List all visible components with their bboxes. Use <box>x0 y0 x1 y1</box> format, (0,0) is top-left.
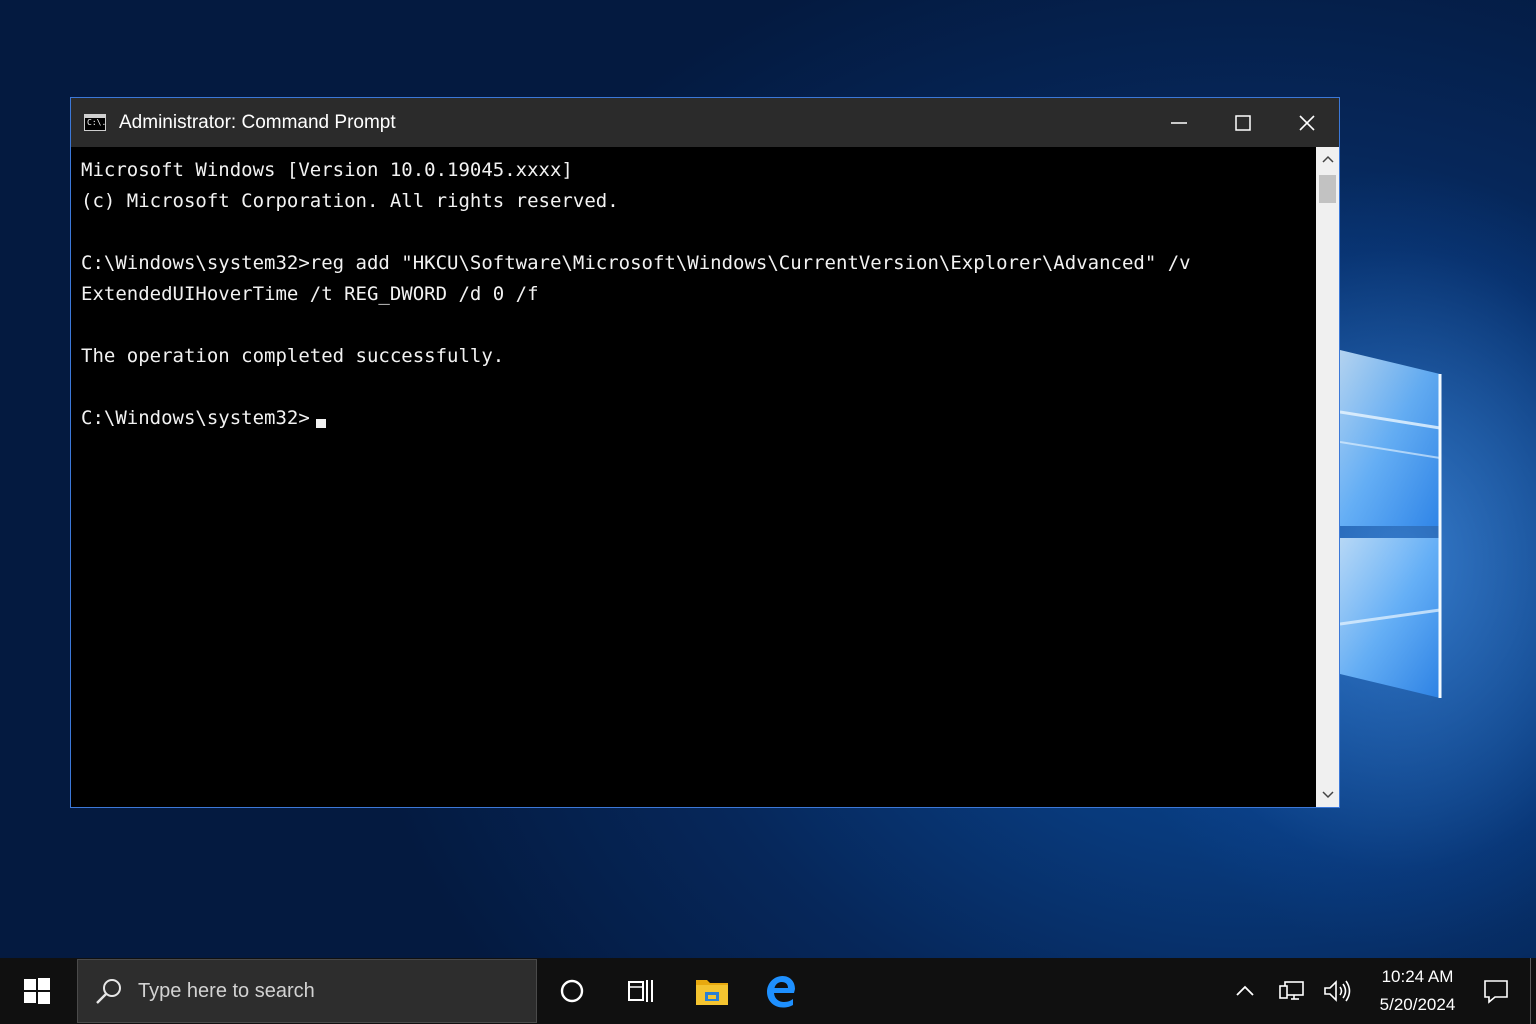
edge-icon <box>767 976 795 1008</box>
chevron-up-icon <box>1321 155 1334 163</box>
windows-wallpaper-logo <box>1340 350 1442 698</box>
prompt-line[interactable]: C:\Windows\system32> <box>81 403 1306 434</box>
cortana-button[interactable] <box>538 958 606 1024</box>
close-icon <box>1299 114 1315 131</box>
network-icon <box>1279 981 1304 1000</box>
window-controls <box>1147 98 1339 147</box>
minimize-button[interactable] <box>1147 98 1211 147</box>
title-bar[interactable]: C:\. Administrator: Command Prompt <box>71 98 1339 147</box>
task-view-icon <box>628 980 653 1002</box>
taskbar-search-box[interactable] <box>77 959 537 1023</box>
search-icon <box>96 979 121 1004</box>
scrollbar-thumb[interactable] <box>1319 175 1336 203</box>
scroll-up-button[interactable] <box>1316 147 1339 171</box>
maximize-icon <box>1235 114 1251 131</box>
clock-date: 5/20/2024 <box>1379 995 1456 1014</box>
vertical-scrollbar[interactable] <box>1316 147 1339 807</box>
scroll-down-button[interactable] <box>1316 783 1339 807</box>
clock-time: 10:24 AM <box>1381 967 1454 986</box>
file-explorer-icon <box>696 980 728 1005</box>
window-title: Administrator: Command Prompt <box>119 111 396 133</box>
console-line: ExtendedUIHoverTime /t REG_DWORD /d 0 /f <box>81 283 539 305</box>
action-center-button[interactable] <box>1476 958 1516 1024</box>
search-input[interactable] <box>136 978 520 1004</box>
console-output[interactable]: Microsoft Windows [Version 10.0.19045.xx… <box>71 147 1316 807</box>
cmd-icon: C:\. <box>84 114 106 131</box>
maximize-button[interactable] <box>1211 98 1275 147</box>
text-cursor <box>315 419 326 428</box>
show-desktop-button[interactable] <box>1530 958 1536 1024</box>
taskbar-clock[interactable]: 10:24 AM 5/20/2024 <box>1370 958 1465 1024</box>
task-view-button[interactable] <box>607 958 675 1024</box>
prompt-text: C:\Windows\system32> <box>81 407 310 429</box>
console-line: Microsoft Windows [Version 10.0.19045.xx… <box>81 159 573 181</box>
notification-icon <box>1484 980 1508 1004</box>
network-button[interactable] <box>1272 958 1312 1024</box>
chevron-down-icon <box>1321 791 1334 799</box>
cortana-icon <box>560 979 584 1003</box>
edge-button[interactable] <box>747 958 815 1024</box>
start-button[interactable] <box>0 958 74 1024</box>
cmd-icon-text: C:\. <box>87 118 107 127</box>
taskbar: 10:24 AM 5/20/2024 <box>0 958 1536 1024</box>
close-button[interactable] <box>1275 98 1339 147</box>
volume-button[interactable] <box>1318 958 1358 1024</box>
console-line: (c) Microsoft Corporation. All rights re… <box>81 190 619 212</box>
show-hidden-icons-button[interactable] <box>1225 958 1265 1024</box>
console-line: C:\Windows\system32>reg add "HKCU\Softwa… <box>81 252 1191 274</box>
command-prompt-window[interactable]: C:\. Administrator: Command Prompt Micro… <box>70 97 1340 808</box>
windows-start-icon <box>24 978 50 1004</box>
volume-icon <box>1324 980 1351 1002</box>
file-explorer-button[interactable] <box>678 958 746 1024</box>
minimize-icon <box>1171 121 1187 124</box>
chevron-up-icon <box>1236 985 1254 996</box>
console-line: The operation completed successfully. <box>81 345 505 367</box>
